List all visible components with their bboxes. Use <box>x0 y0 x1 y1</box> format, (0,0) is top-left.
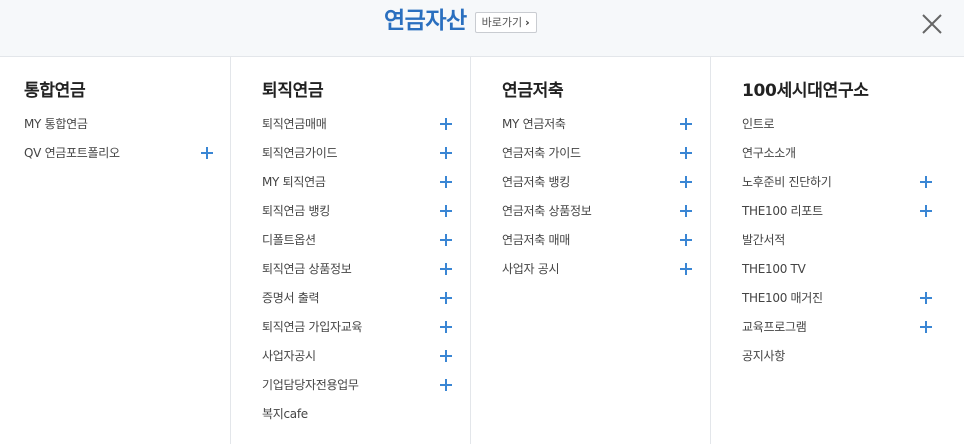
menu-list: MY 통합연금 QV 연금포트폴리오 <box>24 116 230 174</box>
menu-item[interactable]: QV 연금포트폴리오 <box>24 145 230 174</box>
menu-item-label: 퇴직연금매매 <box>262 117 327 131</box>
menu-item-label: 연금저축 뱅킹 <box>502 175 570 189</box>
menu-item[interactable]: 사업자공시 <box>262 348 470 377</box>
menu-item[interactable]: MY 통합연금 <box>24 116 230 145</box>
menu-item[interactable]: 사업자 공시 <box>502 261 710 290</box>
menu-item[interactable]: MY 연금저축 <box>502 116 710 145</box>
expand-plus-icon[interactable] <box>439 262 453 276</box>
menu-item-label: 연금저축 매매 <box>502 233 570 247</box>
menu-item[interactable]: THE100 리포트 <box>742 203 964 232</box>
menu-item-label: 증명서 출력 <box>262 291 320 305</box>
menu-item-label: 디폴트옵션 <box>262 233 316 247</box>
menu-item[interactable]: 발간서적 <box>742 232 964 261</box>
column-title[interactable]: 통합연금 <box>24 79 230 103</box>
expand-plus-icon[interactable] <box>439 175 453 189</box>
expand-plus-icon[interactable] <box>919 175 933 189</box>
menu-item-label: MY 통합연금 <box>24 117 88 131</box>
menu-header: 연금자산 바로가기 › <box>0 0 964 57</box>
menu-columns: 통합연금 MY 통합연금 QV 연금포트폴리오 퇴직연금 퇴직연금매매퇴직연금가이… <box>0 57 964 444</box>
menu-item[interactable]: MY 퇴직연금 <box>262 174 470 203</box>
column-pension-savings: 연금저축 MY 연금저축연금저축 가이드연금저축 뱅킹연금저축 상품정보연금저축… <box>471 57 711 444</box>
expand-plus-icon[interactable] <box>679 204 693 218</box>
menu-item[interactable]: 퇴직연금가이드 <box>262 145 470 174</box>
menu-item[interactable]: 퇴직연금 뱅킹 <box>262 203 470 232</box>
expand-plus-icon[interactable] <box>439 320 453 334</box>
expand-plus-icon[interactable] <box>679 233 693 247</box>
menu-item-label: 퇴직연금가이드 <box>262 146 338 160</box>
expand-plus-icon[interactable] <box>679 117 693 131</box>
expand-plus-icon[interactable] <box>439 349 453 363</box>
expand-plus-icon[interactable] <box>200 146 214 160</box>
goto-button-label: 바로가기 <box>481 15 523 29</box>
menu-item[interactable]: 연금저축 뱅킹 <box>502 174 710 203</box>
menu-item-label: 퇴직연금 상품정보 <box>262 262 352 276</box>
menu-item-label: 공지사항 <box>742 349 785 363</box>
menu-item[interactable]: 연금저축 상품정보 <box>502 203 710 232</box>
menu-item-label: 연금저축 상품정보 <box>502 204 592 218</box>
expand-plus-icon[interactable] <box>439 204 453 218</box>
menu-item[interactable]: 퇴직연금 가입자교육 <box>262 319 470 348</box>
menu-list: MY 연금저축연금저축 가이드연금저축 뱅킹연금저축 상품정보연금저축 매매사업… <box>502 116 710 290</box>
menu-item-label: 발간서적 <box>742 233 785 247</box>
menu-item[interactable]: 인트로 <box>742 116 964 145</box>
page-title: 연금자산 <box>384 8 467 34</box>
expand-plus-icon[interactable] <box>919 291 933 305</box>
menu-item-label: THE100 TV <box>742 262 806 276</box>
menu-item[interactable]: 기업담당자전용업무 <box>262 377 470 406</box>
menu-item[interactable]: 증명서 출력 <box>262 290 470 319</box>
expand-plus-icon[interactable] <box>679 262 693 276</box>
close-icon[interactable] <box>920 12 944 36</box>
menu-item[interactable]: 디폴트옵션 <box>262 232 470 261</box>
menu-item-label: 사업자 공시 <box>502 262 560 276</box>
menu-item[interactable]: 연금저축 가이드 <box>502 145 710 174</box>
menu-item[interactable]: 복지cafe <box>262 406 470 435</box>
menu-item-label: 기업담당자전용업무 <box>262 378 359 392</box>
menu-item[interactable]: 퇴직연금 상품정보 <box>262 261 470 290</box>
menu-item[interactable]: THE100 TV <box>742 261 964 290</box>
menu-item[interactable]: 연구소소개 <box>742 145 964 174</box>
menu-item[interactable]: 공지사항 <box>742 348 964 377</box>
menu-item-label: 퇴직연금 뱅킹 <box>262 204 330 218</box>
column-retirement-pension: 퇴직연금 퇴직연금매매 퇴직연금가이드 MY 퇴직연금 퇴직연금 뱅킹 디폴트옵션 퇴직연… <box>231 57 471 444</box>
column-title[interactable]: 퇴직연금 <box>262 79 470 103</box>
column-100-research-institute: 100세시대연구소 인트로연구소소개노후준비 진단하기 THE100 리포트발간서… <box>711 57 964 444</box>
column-integrated-pension: 통합연금 MY 통합연금 QV 연금포트폴리오 <box>0 57 231 444</box>
menu-item[interactable]: 퇴직연금매매 <box>262 116 470 145</box>
expand-plus-icon[interactable] <box>919 204 933 218</box>
column-title[interactable]: 100세시대연구소 <box>742 79 964 103</box>
expand-plus-icon[interactable] <box>679 146 693 160</box>
header-title-group: 연금자산 바로가기 › <box>384 6 537 36</box>
menu-item-label: 복지cafe <box>262 407 308 421</box>
expand-plus-icon[interactable] <box>439 291 453 305</box>
menu-item-label: 교육프로그램 <box>742 320 807 334</box>
expand-plus-icon[interactable] <box>439 233 453 247</box>
menu-item-label: 인트로 <box>742 117 775 131</box>
menu-item[interactable]: 연금저축 매매 <box>502 232 710 261</box>
chevron-right-icon: › <box>525 15 530 29</box>
menu-item-label: THE100 리포트 <box>742 204 823 218</box>
menu-item-label: MY 퇴직연금 <box>262 175 326 189</box>
expand-plus-icon[interactable] <box>919 320 933 334</box>
expand-plus-icon[interactable] <box>679 175 693 189</box>
menu-list: 인트로연구소소개노후준비 진단하기 THE100 리포트발간서적 THE100 TV… <box>742 116 964 377</box>
menu-item-label: QV 연금포트폴리오 <box>24 146 120 160</box>
menu-item-label: 사업자공시 <box>262 349 316 363</box>
menu-item-label: MY 연금저축 <box>502 117 566 131</box>
menu-item-label: THE100 매거진 <box>742 291 823 305</box>
column-title[interactable]: 연금저축 <box>502 79 710 103</box>
menu-item[interactable]: 교육프로그램 <box>742 319 964 348</box>
menu-item-label: 퇴직연금 가입자교육 <box>262 320 363 334</box>
expand-plus-icon[interactable] <box>439 378 453 392</box>
expand-plus-icon[interactable] <box>439 146 453 160</box>
expand-plus-icon[interactable] <box>439 117 453 131</box>
menu-item[interactable]: THE100 매거진 <box>742 290 964 319</box>
menu-item-label: 노후준비 진단하기 <box>742 175 832 189</box>
menu-item-label: 연구소소개 <box>742 146 796 160</box>
goto-button[interactable]: 바로가기 › <box>474 11 537 33</box>
menu-item[interactable]: 노후준비 진단하기 <box>742 174 964 203</box>
menu-list: 퇴직연금매매퇴직연금가이드 MY 퇴직연금퇴직연금 뱅킹디폴트옵션퇴직연금 상품정… <box>262 116 470 435</box>
menu-item-label: 연금저축 가이드 <box>502 146 581 160</box>
